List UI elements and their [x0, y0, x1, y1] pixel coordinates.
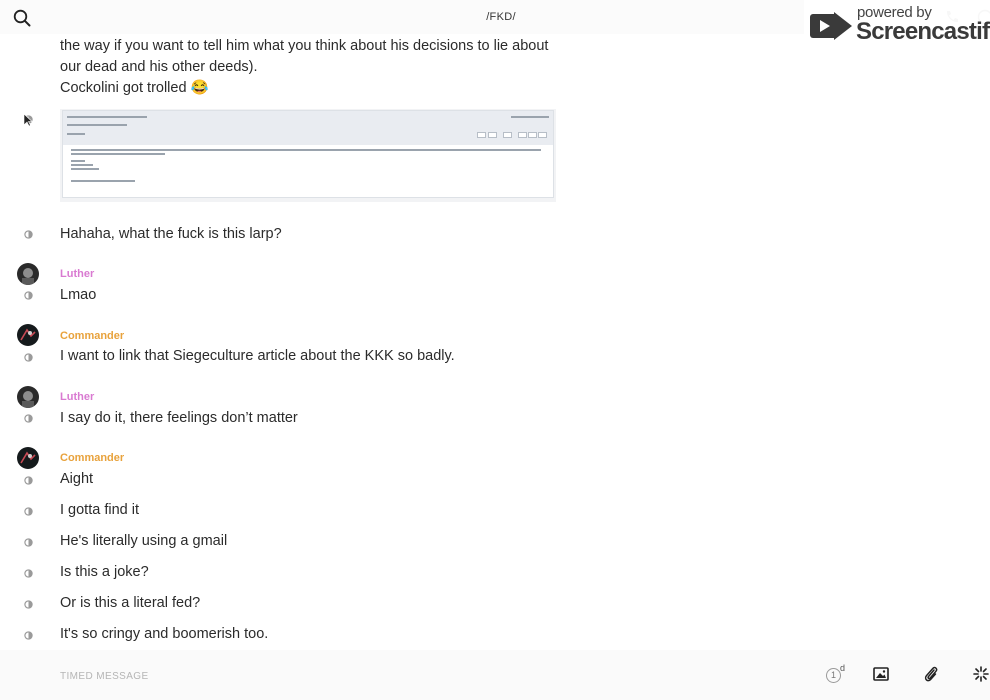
avatar-luther[interactable] [17, 386, 39, 408]
message-composer: 1 d [0, 650, 990, 700]
email-preview [62, 110, 554, 198]
timer-icon [24, 569, 33, 578]
timer-unit: d [840, 663, 846, 673]
timer-icon [24, 538, 33, 547]
message-thread: the way if you want to tell him what you… [0, 34, 990, 650]
message-text: our dead and his other deeds). [60, 59, 258, 75]
timer-icon [24, 600, 33, 609]
timer-icon [24, 476, 33, 485]
image-icon[interactable] [873, 666, 889, 682]
avatar-luther[interactable] [17, 263, 39, 285]
timer-icon [24, 631, 33, 640]
message-text: Hahaha, what the fuck is this larp? [60, 226, 282, 242]
timer-icon [24, 291, 33, 300]
message-text: He's literally using a gmail [60, 533, 228, 549]
paperclip-icon[interactable] [923, 665, 939, 683]
message-text: I want to link that Siegeculture article… [60, 348, 455, 364]
sender-name: Commander [60, 452, 125, 464]
email-screenshot-attachment[interactable] [60, 109, 556, 202]
avatar-commander[interactable] [17, 324, 39, 346]
timer-icon [24, 230, 33, 239]
message-text: Aight [60, 471, 94, 487]
timer-value: 1 [826, 668, 841, 683]
message-input[interactable] [60, 668, 760, 684]
timer-icon [24, 507, 33, 516]
message-text: Or is this a literal fed? [60, 595, 201, 611]
message-text: I say do it, there feelings don’t matter [60, 410, 298, 426]
sender-name: Commander [60, 330, 125, 342]
sender-name: Luther [60, 268, 95, 280]
timer-icon [24, 414, 33, 423]
sender-name: Luther [60, 391, 95, 403]
timer-icon [24, 353, 33, 362]
message-text: It's so cringy and boomerish too. [60, 626, 269, 642]
message-text: the way if you want to tell him what you… [60, 38, 549, 54]
sticker-icon[interactable] [973, 666, 989, 682]
avatar-commander[interactable] [17, 447, 39, 469]
message-text: I gotta find it [60, 502, 139, 518]
mouse-cursor-icon [23, 113, 33, 127]
message-text: Is this a joke? [60, 564, 149, 580]
email-header [63, 111, 553, 145]
message-text: Lmao [60, 287, 97, 303]
message-text: Cockolini got trolled 😂 [60, 80, 209, 96]
disappearing-timer-button[interactable]: 1 d [822, 663, 846, 686]
